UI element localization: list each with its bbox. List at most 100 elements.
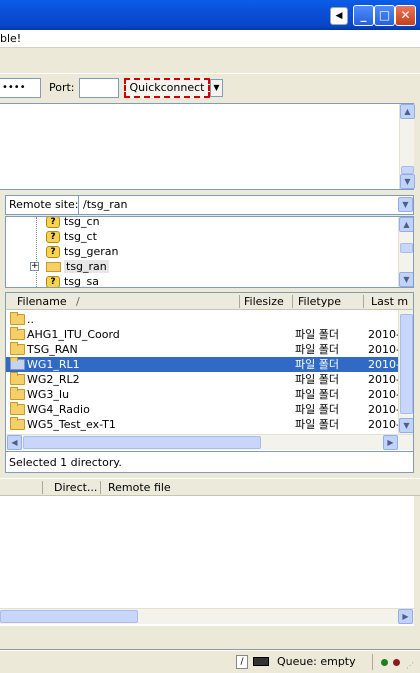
message-log xyxy=(0,103,414,190)
scroll-thumb[interactable] xyxy=(400,314,413,414)
list-item[interactable]: WG5_Test_ex-T1 파일 폴더 2010-0 xyxy=(6,417,407,432)
scroll-right-icon[interactable]: ▶ xyxy=(383,435,398,450)
divider xyxy=(372,654,373,670)
file-name: TSG_RAN xyxy=(27,343,78,356)
folder-icon xyxy=(10,357,25,370)
file-type: 파일 폴더 xyxy=(295,388,339,401)
queue-status: Queue: empty xyxy=(277,655,356,668)
column-filesize[interactable]: Filesize xyxy=(244,295,284,308)
tree-item-label: tsg_cn xyxy=(64,216,100,228)
scroll-thumb[interactable] xyxy=(401,166,414,174)
notification-bar: ble! xyxy=(0,30,420,48)
list-item[interactable]: AHG1_ITU_Coord 파일 폴더 2010-0 xyxy=(6,327,407,342)
recv-led-icon xyxy=(381,659,388,666)
unknown-folder-icon: ? xyxy=(46,231,60,243)
title-bar: ◀ _ □ ✕ xyxy=(0,0,420,30)
chevron-down-icon: ▼ xyxy=(213,83,220,92)
folder-icon xyxy=(10,372,25,385)
column-separator xyxy=(292,295,293,308)
notification-text: ble! xyxy=(0,32,22,45)
list-scrollbar[interactable]: ▼ xyxy=(398,310,413,434)
scroll-right-icon[interactable]: ▶ xyxy=(398,609,413,624)
file-name: AHG1_ITU_Coord xyxy=(27,328,120,341)
queue-hscrollbar[interactable]: ▶ xyxy=(0,608,414,624)
file-type: 파일 폴더 xyxy=(295,403,339,416)
list-item[interactable]: .. xyxy=(6,312,398,327)
tree-item[interactable]: ? tsg_geran xyxy=(32,244,132,259)
remote-site-label: Remote site: xyxy=(9,198,79,211)
column-filename[interactable]: Filename xyxy=(17,295,67,308)
quickconnect-label: Quickconnect xyxy=(129,81,205,94)
folder-icon xyxy=(10,342,25,355)
scroll-thumb[interactable] xyxy=(0,610,138,623)
queue-tabs xyxy=(0,628,420,650)
scroll-thumb[interactable] xyxy=(23,436,261,449)
column-separator xyxy=(239,295,240,308)
quickconnect-button[interactable]: Quickconnect xyxy=(124,78,210,98)
remote-tree: ? tsg_cn ? tsg_ct ? tsg_geran + tsg_ran … xyxy=(5,216,414,288)
close-button[interactable]: ✕ xyxy=(395,5,416,26)
list-item[interactable]: WG2_RL2 파일 폴더 2010-0 xyxy=(6,372,407,387)
close-icon: ✕ xyxy=(400,8,411,22)
maximize-button[interactable]: □ xyxy=(374,5,395,26)
scroll-down-icon[interactable]: ▼ xyxy=(399,418,413,433)
file-type: 파일 폴더 xyxy=(295,373,339,386)
folder-icon xyxy=(10,402,25,415)
file-name: .. xyxy=(27,313,34,326)
list-item[interactable]: WG3_Iu 파일 폴더 2010-0 xyxy=(6,387,407,402)
column-separator xyxy=(100,481,101,494)
file-name: WG3_Iu xyxy=(27,388,70,401)
app-window: ◀ _ □ ✕ ble! •••• Port: Quickconnect ▼ ▲… xyxy=(0,0,420,673)
scroll-down-icon[interactable]: ▼ xyxy=(399,272,413,287)
scroll-left-icon[interactable]: ◀ xyxy=(7,435,22,450)
file-name: WG5_Test_ex-T1 xyxy=(27,418,116,431)
queue-list: ▶ xyxy=(0,496,414,626)
scroll-up-icon[interactable]: ▲ xyxy=(399,217,413,232)
list-item[interactable]: TSG_RAN 파일 폴더 2010-1 xyxy=(6,342,407,357)
tree-item-label: tsg_ran xyxy=(64,260,109,273)
tree-scrollbar[interactable]: ▲ ▼ xyxy=(398,217,413,287)
file-name: WG4_Radio xyxy=(27,403,90,416)
unknown-folder-icon: ? xyxy=(46,246,60,258)
unknown-folder-icon: ? xyxy=(46,276,60,287)
send-led-icon xyxy=(393,659,400,666)
scroll-thumb[interactable] xyxy=(400,243,413,253)
column-filetype[interactable]: Filetype xyxy=(298,295,341,308)
list-item[interactable]: WG4_Radio 파일 폴더 2010-0 xyxy=(6,402,407,417)
file-name: WG2_RL2 xyxy=(27,373,80,386)
folder-icon xyxy=(10,417,25,430)
column-direction[interactable]: Direct... xyxy=(54,481,97,494)
minimize-button[interactable]: _ xyxy=(353,5,374,26)
tree-item[interactable]: ? tsg_ct xyxy=(32,229,132,244)
remote-status-text: Selected 1 directory. xyxy=(9,456,122,469)
list-item-selected[interactable]: WG1_RL1 파일 폴더 2010-1 xyxy=(6,357,407,372)
sort-indicator-icon: / xyxy=(76,295,80,308)
password-field[interactable]: •••• xyxy=(0,78,41,98)
scroll-up-icon[interactable]: ▲ xyxy=(400,104,415,119)
file-type: 파일 폴더 xyxy=(295,358,339,371)
file-list: .. AHG1_ITU_Coord 파일 폴더 2010-0 TSG_RAN 파… xyxy=(5,310,414,451)
resize-grip-icon[interactable]: ⋰ xyxy=(406,661,416,671)
quickconnect-dropdown[interactable]: ▼ xyxy=(210,79,223,97)
remote-site-bar: Remote site: /tsg_ran ▼ xyxy=(5,195,414,215)
path-dropdown-icon[interactable]: ▼ xyxy=(398,197,413,212)
column-remote-file[interactable]: Remote file xyxy=(108,481,171,494)
remote-status-line: Selected 1 directory. xyxy=(5,451,414,473)
encryption-icon: / xyxy=(236,655,248,669)
list-hscrollbar[interactable]: ◀ ▶ xyxy=(6,434,413,450)
scroll-down-icon[interactable]: ▼ xyxy=(400,174,415,189)
remote-site-path[interactable]: /tsg_ran xyxy=(83,198,127,211)
tree-item-selected[interactable]: tsg_ran xyxy=(32,259,132,274)
maximize-icon: □ xyxy=(378,8,391,22)
log-scrollbar[interactable]: ▲ ▼ xyxy=(399,104,415,189)
tree-item[interactable]: ? tsg_cn xyxy=(32,216,132,229)
column-separator xyxy=(42,481,43,494)
tree-item-label: tsg_sa xyxy=(64,275,99,288)
scroll-left-icon[interactable]: ◀ xyxy=(330,7,348,25)
tree-item[interactable]: ? tsg_sa xyxy=(32,274,132,288)
file-type: 파일 폴더 xyxy=(295,343,339,356)
port-field[interactable] xyxy=(79,78,119,98)
tree-item-label: tsg_ct xyxy=(64,230,97,243)
column-last-modified[interactable]: Last m xyxy=(371,295,408,308)
folder-icon xyxy=(10,312,25,325)
